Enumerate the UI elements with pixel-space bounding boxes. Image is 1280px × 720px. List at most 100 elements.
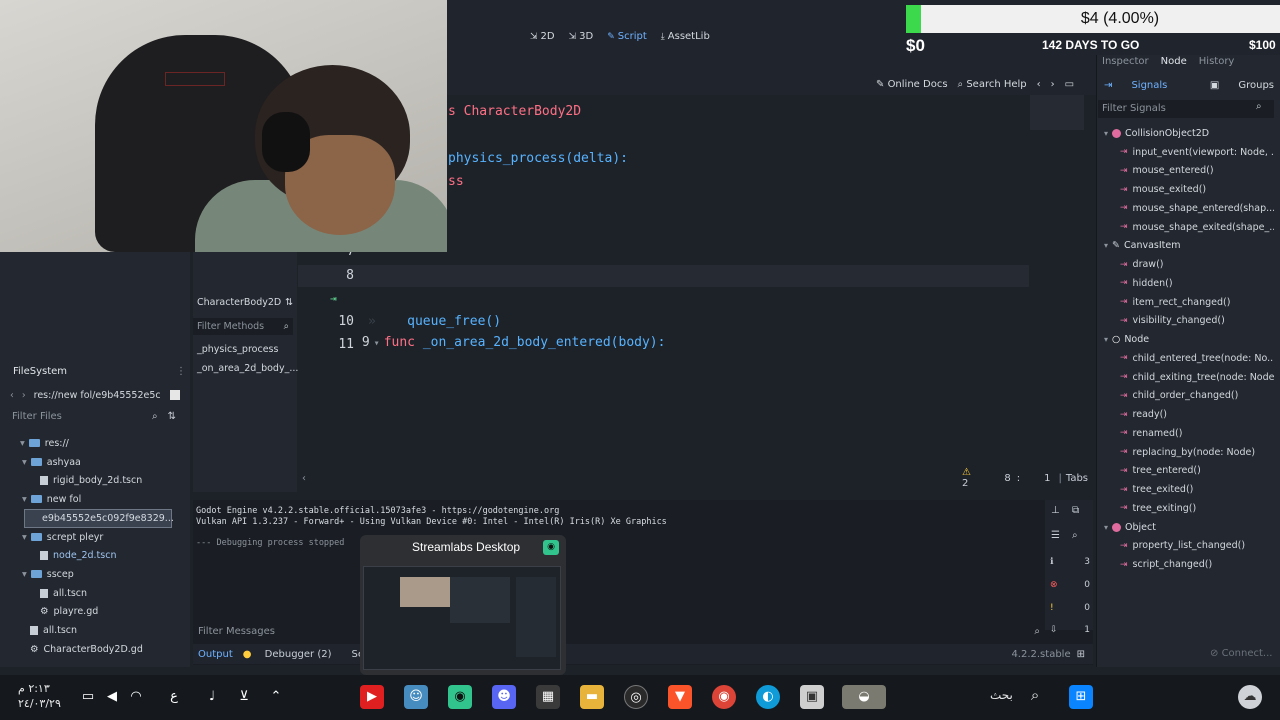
youtube-icon[interactable]: ▶: [360, 685, 384, 709]
chevron-up-icon[interactable]: ⌃: [264, 685, 288, 709]
tree-item[interactable]: ⚙ playre.gd: [8, 602, 98, 621]
search-icon[interactable]: ⌕: [1072, 530, 1078, 541]
tab-debugger[interactable]: ● Debugger (2): [243, 649, 342, 660]
tree-item[interactable]: rigid_body_2d.tscn: [8, 471, 142, 490]
obs-icon[interactable]: ◎: [624, 685, 648, 709]
volume-icon[interactable]: ◀: [100, 685, 124, 709]
signal-class-row[interactable]: ▾ CollisionObject2D: [1098, 124, 1274, 143]
signal-class-row[interactable]: ▾ ○ Node: [1098, 330, 1274, 349]
system-clock[interactable]: ٢:١٣ م ٢٤/٠٣/٢٩: [18, 681, 61, 711]
godot-icon[interactable]: ☺: [404, 685, 428, 709]
filter-methods-input[interactable]: Filter Methods ⌕: [193, 318, 293, 335]
error-count[interactable]: ⊗ 0: [1050, 580, 1090, 590]
tab-history[interactable]: History: [1193, 56, 1241, 67]
signal-row[interactable]: ⇥ hidden(): [1098, 274, 1274, 293]
lock-icon[interactable]: ⊥: [1051, 505, 1060, 516]
tab-groups[interactable]: ▣ Groups: [1210, 80, 1274, 91]
tree-item-selected[interactable]: e9b45552e5c092f9e8329...: [24, 509, 174, 528]
tree-item[interactable]: node_2d.tscn: [8, 546, 116, 565]
tree-item[interactable]: ▾ sscep: [8, 565, 74, 584]
windows-start-icon[interactable]: ⊞: [1069, 685, 1093, 709]
tree-item[interactable]: ▾ res://: [8, 434, 69, 453]
path-field[interactable]: res://new fol/e9b45552e5c: [34, 390, 161, 401]
language-indicator[interactable]: ع: [162, 685, 186, 709]
signal-row[interactable]: ⇥ child_order_changed(): [1098, 387, 1274, 406]
tree-item[interactable]: ▾ scrept pleyr: [8, 528, 103, 547]
tab-node[interactable]: Node: [1155, 56, 1193, 67]
sort-icon[interactable]: ⇅: [168, 411, 176, 422]
signal-class-row[interactable]: ▾ Object: [1098, 518, 1274, 537]
wifi-icon[interactable]: ◠: [124, 685, 148, 709]
signal-row[interactable]: ⇥ child_entered_tree(node: No...: [1098, 349, 1274, 368]
connect-button[interactable]: ⊘ Connect...: [1210, 648, 1272, 659]
tree-item[interactable]: ⚙ CharacterBody2D.gd: [8, 640, 143, 659]
signal-row[interactable]: ⇥ tree_entered(): [1098, 462, 1274, 481]
method-item[interactable]: _on_area_2d_body_...: [197, 363, 298, 374]
weather-icon[interactable]: ☁: [1238, 685, 1262, 709]
collapse-icon[interactable]: ☰: [1051, 530, 1060, 541]
code-minimap[interactable]: [1030, 95, 1084, 130]
task-view-icon[interactable]: ▣: [800, 685, 824, 709]
store-icon[interactable]: ▦: [536, 685, 560, 709]
search-help-button[interactable]: ⌕ Search Help: [958, 79, 1027, 90]
toggle-scripts-panel-button[interactable]: ‹: [302, 473, 306, 484]
mode-3d-button[interactable]: ⇲ 3D: [569, 31, 594, 42]
layout-icon[interactable]: ⊞: [1077, 649, 1085, 660]
edge-icon[interactable]: ◐: [756, 685, 780, 709]
signal-row[interactable]: ⇥ tree_exiting(): [1098, 499, 1274, 518]
signal-row[interactable]: ⇥ renamed(): [1098, 424, 1274, 443]
battery-icon[interactable]: ▭: [76, 685, 100, 709]
signal-connected-icon[interactable]: ⇥: [330, 288, 337, 310]
signal-row[interactable]: ⇥ input_event(viewport: Node, ...: [1098, 143, 1274, 162]
tab-inspector[interactable]: Inspector: [1096, 56, 1155, 67]
folder-icon[interactable]: ▬: [580, 685, 604, 709]
split-mode-icon[interactable]: [170, 390, 180, 400]
tree-item[interactable]: ▾ new fol: [8, 490, 81, 509]
back-button[interactable]: ‹: [10, 390, 14, 401]
signal-row[interactable]: ⇥ tree_exited(): [1098, 480, 1274, 499]
signal-class-row[interactable]: ▾ ✎ CanvasItem: [1098, 237, 1274, 256]
signal-row[interactable]: ⇥ draw(): [1098, 255, 1274, 274]
mode-assetlib-button[interactable]: ⤓ AssetLib: [661, 31, 710, 42]
signal-row[interactable]: ⇥ visibility_changed(): [1098, 312, 1274, 331]
editor-count[interactable]: ⇩ 1: [1050, 625, 1090, 635]
history-back-button[interactable]: ‹: [1037, 79, 1041, 90]
signal-row[interactable]: ⇥ property_list_changed(): [1098, 537, 1274, 556]
tab-output[interactable]: Output: [198, 649, 233, 660]
streamlabs-icon[interactable]: ◉: [448, 685, 472, 709]
microphone-icon[interactable]: ♩: [200, 685, 224, 709]
chrome-icon[interactable]: ◉: [712, 685, 736, 709]
menu-icon[interactable]: ⋮: [176, 366, 186, 377]
history-forward-button[interactable]: ›: [1051, 79, 1055, 90]
method-item[interactable]: _physics_process: [197, 344, 278, 355]
dev-tool-icon[interactable]: ⊻: [232, 685, 256, 709]
indent-mode[interactable]: Tabs: [1066, 473, 1088, 484]
mode-script-button[interactable]: ✎ Script: [607, 31, 647, 42]
filter-messages-input[interactable]: Filter Messages ⌕: [193, 622, 1045, 640]
forward-button[interactable]: ›: [22, 390, 26, 401]
sort-icon[interactable]: ⇅: [285, 297, 293, 308]
brave-icon[interactable]: ▼: [668, 685, 692, 709]
filter-signals-input[interactable]: Filter Signals: [1098, 100, 1274, 118]
signal-row[interactable]: ⇥ mouse_shape_exited(shape_...: [1098, 218, 1274, 237]
taskbar-search[interactable]: بحث ⌕: [990, 686, 1039, 704]
tab-signals[interactable]: ⇥ Signals: [1104, 80, 1167, 91]
warning-icon[interactable]: ⚠ 2: [962, 467, 976, 489]
message-count[interactable]: ℹ3: [1050, 557, 1090, 567]
online-docs-button[interactable]: ✎ Online Docs: [876, 79, 948, 90]
signal-row[interactable]: ⇥ mouse_exited(): [1098, 180, 1274, 199]
search-highlight-icon[interactable]: ◒: [842, 685, 886, 709]
mode-2d-button[interactable]: ⇲ 2D: [530, 31, 555, 42]
signal-row[interactable]: ⇥ script_changed(): [1098, 555, 1274, 574]
signal-row[interactable]: ⇥ mouse_shape_entered(shap...: [1098, 199, 1274, 218]
copy-icon[interactable]: ⧉: [1072, 505, 1079, 516]
signal-row[interactable]: ⇥ ready(): [1098, 405, 1274, 424]
tree-item[interactable]: ▾ ashyaa: [8, 453, 81, 472]
signal-row[interactable]: ⇥ child_exiting_tree(node: Node): [1098, 368, 1274, 387]
discord-icon[interactable]: ☻: [492, 685, 516, 709]
signal-row[interactable]: ⇥ item_rect_changed(): [1098, 293, 1274, 312]
tree-item[interactable]: all.tscn: [8, 621, 77, 640]
filter-files-input[interactable]: Filter Files ⌕ ⇅: [8, 408, 180, 425]
fold-arrow-icon[interactable]: ▾: [374, 338, 380, 349]
signal-row[interactable]: ⇥ mouse_entered(): [1098, 162, 1274, 181]
